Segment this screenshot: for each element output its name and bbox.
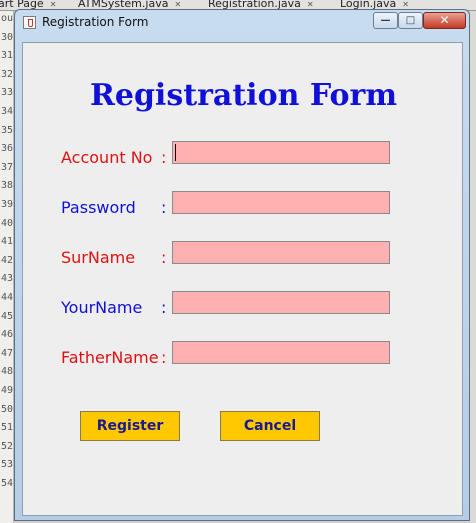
surname-colon: : xyxy=(161,248,167,267)
line-number: 48 xyxy=(1,366,14,378)
surname-label: SurName xyxy=(61,248,136,267)
line-number: 53 xyxy=(1,459,14,471)
yourname-label: YourName xyxy=(61,298,143,317)
line-number: 37 xyxy=(1,161,14,173)
line-number: 32 xyxy=(1,68,14,80)
line-number: 39 xyxy=(1,199,14,210)
line-number: 47 xyxy=(1,347,14,359)
yourname-colon: : xyxy=(161,298,167,317)
line-number-gutter: ou 30 31 32 33 34 35 36 37 38 39 40 41 42 43 44 45 46 47 48… xyxy=(0,11,14,523)
line-number: 38 xyxy=(1,180,14,192)
line-number: 50 xyxy=(1,403,14,415)
line-number: 46 xyxy=(1,329,14,341)
editor-scroll-edge xyxy=(470,11,476,523)
form-heading: Registration Form xyxy=(89,78,398,113)
line-number: 41 xyxy=(1,236,14,248)
surname-input[interactable] xyxy=(172,241,390,264)
line-number: ou xyxy=(1,13,14,24)
line-number: 52 xyxy=(1,440,14,452)
fathername-colon: : xyxy=(161,348,167,367)
text-caret xyxy=(175,144,176,161)
close-icon[interactable]: ✕ xyxy=(402,0,409,9)
line-number: 36 xyxy=(1,143,14,155)
minimize-button[interactable]: — xyxy=(373,12,398,29)
line-number: 30 xyxy=(1,31,14,43)
line-number: 33 xyxy=(1,87,14,99)
fathername-label: FatherName xyxy=(61,348,159,367)
close-icon[interactable]: ✕ xyxy=(307,0,314,9)
line-number: 51 xyxy=(1,422,14,434)
java-cup-icon xyxy=(23,16,36,29)
registration-window: Registration Form — □ ✕ Registration For… xyxy=(14,9,470,521)
line-number: 31 xyxy=(1,50,14,62)
line-number: 44 xyxy=(1,292,14,303)
title-bar[interactable]: Registration Form — □ ✕ xyxy=(15,10,469,34)
line-number: 34 xyxy=(1,106,14,117)
window-title: Registration Form xyxy=(42,15,149,29)
account-no-input[interactable] xyxy=(172,141,390,164)
cancel-button[interactable]: Cancel xyxy=(220,411,320,441)
register-button[interactable]: Register xyxy=(80,411,180,441)
password-colon: : xyxy=(161,198,167,217)
close-icon[interactable]: ✕ xyxy=(50,0,57,9)
line-number: 54 xyxy=(1,478,14,489)
fathername-input[interactable] xyxy=(172,341,390,364)
close-button[interactable]: ✕ xyxy=(423,12,466,29)
line-number: 45 xyxy=(1,310,14,322)
close-icon[interactable]: ✕ xyxy=(174,0,181,9)
line-number: 49 xyxy=(1,385,14,396)
account-no-colon: : xyxy=(161,148,167,167)
line-number: 43 xyxy=(1,273,14,285)
line-number: 35 xyxy=(1,124,14,136)
yourname-input[interactable] xyxy=(172,291,390,314)
account-no-label: Account No xyxy=(61,148,153,167)
form-panel: Registration Form Account No : Password … xyxy=(22,42,463,516)
password-label: Password xyxy=(61,198,136,217)
line-number: 42 xyxy=(1,254,14,266)
password-input[interactable] xyxy=(172,191,390,214)
line-number: 40 xyxy=(1,217,14,229)
maximize-button[interactable]: □ xyxy=(398,12,423,29)
